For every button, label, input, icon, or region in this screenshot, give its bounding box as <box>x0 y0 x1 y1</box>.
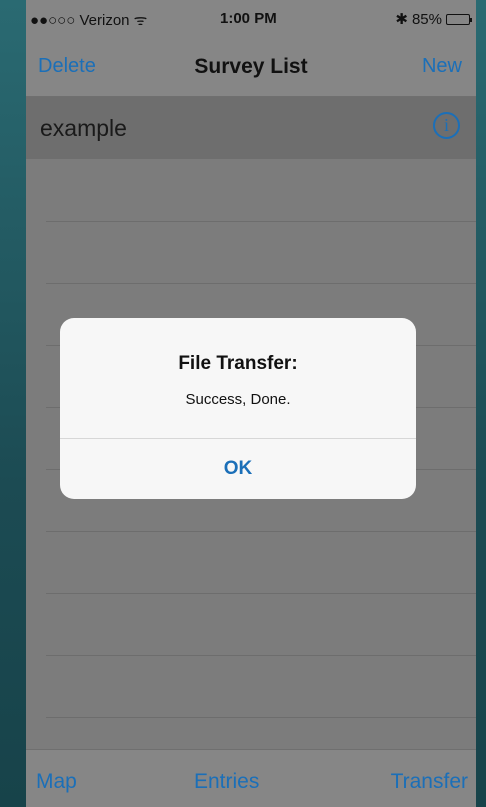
phone-screen: ●●○○○ Verizon ᯤ 1:00 PM ✱ 85% Delete Sur… <box>26 0 476 807</box>
carrier-label: ●●○○○ Verizon ᯤ <box>30 12 148 29</box>
row-separator <box>46 655 476 656</box>
ok-button[interactable]: OK <box>60 439 416 499</box>
alert-dialog: File Transfer: Success, Done. OK <box>60 318 416 499</box>
navigation-bar: Delete Survey List New <box>26 38 476 97</box>
entries-button[interactable]: Entries <box>194 770 259 794</box>
alert-message: Success, Done. <box>185 391 291 408</box>
row-separator <box>46 531 476 532</box>
map-button[interactable]: Map <box>36 770 77 794</box>
status-bar: ●●○○○ Verizon ᯤ 1:00 PM ✱ 85% <box>26 0 476 38</box>
new-button[interactable]: New <box>422 55 462 78</box>
transfer-button[interactable]: Transfer <box>391 770 468 794</box>
wifi-icon: ᯤ <box>133 12 148 29</box>
slide-background-right <box>476 0 486 807</box>
row-separator <box>46 221 476 222</box>
page-title: Survey List <box>194 55 308 78</box>
row-separator <box>46 717 476 718</box>
alert-title: File Transfer: <box>178 353 298 374</box>
slide-background-left <box>0 0 26 807</box>
row-separator <box>46 283 476 284</box>
battery-indicator: ✱ 85% <box>395 10 472 28</box>
info-icon[interactable]: i <box>433 112 460 139</box>
clock: 1:00 PM <box>220 10 277 27</box>
battery-icon <box>446 13 472 25</box>
list-item[interactable]: example i <box>26 97 476 159</box>
bluetooth-icon: ✱ <box>395 11 408 28</box>
row-separator <box>46 593 476 594</box>
list-item-label: example <box>40 115 127 141</box>
battery-percent: 85% <box>411 10 442 28</box>
bottom-toolbar: Map Entries Transfer <box>26 749 476 807</box>
